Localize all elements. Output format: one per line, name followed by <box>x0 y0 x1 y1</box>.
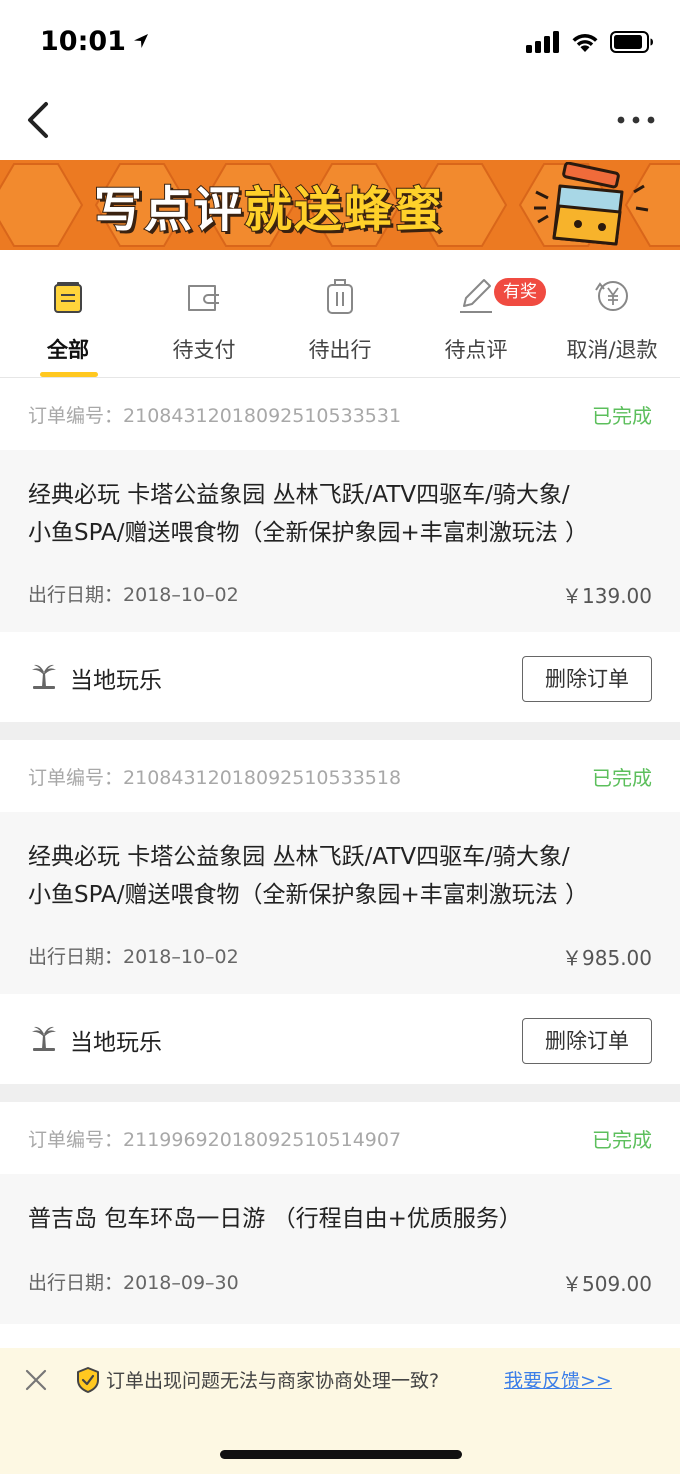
status-time-group: 10:01 <box>40 24 150 58</box>
order-title-line: 普吉岛 包车环岛一日游 （行程自由+优质服务） <box>28 1206 522 1232</box>
order-header: 订单编号：21199692018092510514907 已完成 <box>0 1102 680 1174</box>
status-time: 10:01 <box>40 25 126 57</box>
palm-tree-icon <box>32 664 56 689</box>
order-card[interactable]: 订单编号：21084312018092510533518 已完成 经典必玩 卡塔… <box>0 740 680 1102</box>
wallet-icon <box>188 285 219 311</box>
order-header: 订单编号：21084312018092510533518 已完成 <box>0 740 680 812</box>
banner-text-white: 写点评 <box>93 181 245 239</box>
tab-label: 待点评 <box>444 338 508 362</box>
order-header: 订单编号：21084312018092510533531 已完成 <box>0 378 680 450</box>
divider <box>0 722 680 740</box>
order-status: 已完成 <box>592 766 652 790</box>
banner-headline: 写点评 就送蜂蜜 <box>93 174 444 239</box>
close-icon[interactable] <box>24 1368 48 1392</box>
order-title-line: 经典必玩 卡塔公益象园 丛林飞跃/ATV四驱车/骑大象/ <box>28 844 570 870</box>
travel-date: 出行日期：2018–09–30 <box>28 1268 239 1295</box>
back-chevron-icon[interactable] <box>22 98 62 142</box>
more-dots-icon[interactable] <box>616 108 656 132</box>
order-list: 订单编号：21084312018092510533531 已完成 经典必玩 卡塔… <box>0 378 680 1414</box>
travel-date-value: 2018–09–30 <box>123 1272 239 1294</box>
order-number-value: 21199692018092510514907 <box>123 1129 402 1151</box>
order-number: 订单编号：21084312018092510533518 <box>28 763 401 790</box>
active-tab-indicator <box>40 372 98 377</box>
home-indicator <box>220 1450 462 1459</box>
refund-icon <box>595 281 628 311</box>
tab-pending-travel[interactable]: 待出行 <box>272 250 408 378</box>
travel-date: 出行日期：2018–10–02 <box>28 942 239 969</box>
order-body[interactable]: 普吉岛 包车环岛一日游 （行程自由+优质服务） 出行日期：2018–09–30 … <box>0 1174 680 1324</box>
tab-pending-payment[interactable]: 待支付 <box>136 250 272 378</box>
tab-label: 待支付 <box>172 338 236 362</box>
order-footer: 当地玩乐 删除订单 <box>0 994 680 1084</box>
feedback-message: 订单出现问题无法与商家协商处理一致? <box>106 1370 440 1392</box>
battery-icon <box>610 31 653 53</box>
palm-tree-icon <box>32 1026 56 1051</box>
category-label: 当地玩乐 <box>70 1030 162 1056</box>
order-title: 经典必玩 卡塔公益象园 丛林飞跃/ATV四驱车/骑大象/ 小鱼SPA/赠送喂食物… <box>28 838 658 914</box>
travel-date-label: 出行日期： <box>28 946 124 968</box>
delete-order-button[interactable]: 删除订单 <box>522 656 652 702</box>
order-price: ￥509.00 <box>562 1272 652 1296</box>
nav-bar <box>0 84 680 160</box>
tab-label: 待出行 <box>308 338 372 362</box>
status-bar: 10:01 <box>0 0 680 84</box>
category-label: 当地玩乐 <box>70 668 162 694</box>
wifi-icon <box>572 33 598 52</box>
order-body[interactable]: 经典必玩 卡塔公益象园 丛林飞跃/ATV四驱车/骑大象/ 小鱼SPA/赠送喂食物… <box>0 450 680 632</box>
location-arrow-icon <box>133 34 148 48</box>
order-number: 订单编号：21084312018092510533531 <box>28 401 401 428</box>
order-number-value: 21084312018092510533531 <box>123 405 402 427</box>
order-card[interactable]: 订单编号：21084312018092510533531 已完成 经典必玩 卡塔… <box>0 378 680 740</box>
order-number-label: 订单编号： <box>28 405 124 427</box>
banner-text-yellow: 就送蜂蜜 <box>243 181 445 239</box>
promo-banner[interactable]: 写点评 就送蜂蜜 <box>0 160 680 250</box>
order-title-line: 小鱼SPA/赠送喂食物（全新保护象园+丰富刺激玩法 ） <box>28 882 589 908</box>
order-price: ￥139.00 <box>562 584 652 608</box>
reward-badge: 有奖 <box>494 278 546 306</box>
order-body[interactable]: 经典必玩 卡塔公益象园 丛林飞跃/ATV四驱车/骑大象/ 小鱼SPA/赠送喂食物… <box>0 812 680 994</box>
travel-date-label: 出行日期： <box>28 584 124 606</box>
order-number-value: 21084312018092510533518 <box>123 767 402 789</box>
order-title: 普吉岛 包车环岛一日游 （行程自由+优质服务） <box>28 1200 658 1238</box>
order-title-line: 经典必玩 卡塔公益象园 丛林飞跃/ATV四驱车/骑大象/ <box>28 482 570 508</box>
order-number-label: 订单编号： <box>28 767 124 789</box>
tab-cancel-refund[interactable]: 取消/退款 <box>544 250 680 378</box>
order-status: 已完成 <box>592 1128 652 1152</box>
pen-icon <box>460 279 492 313</box>
order-number-label: 订单编号： <box>28 1129 124 1151</box>
order-status: 已完成 <box>592 404 652 428</box>
feedback-link[interactable]: 我要反馈>> <box>504 1366 612 1393</box>
order-price: ￥985.00 <box>562 946 652 970</box>
delete-order-button[interactable]: 删除订单 <box>522 1018 652 1064</box>
order-tabs: 全部 待支付 待出行 待点评 取消/退款 <box>0 250 680 378</box>
cellular-signal-icon <box>526 31 559 53</box>
travel-date-label: 出行日期： <box>28 1272 124 1294</box>
tab-all[interactable]: 全部 <box>0 250 136 378</box>
shield-check-icon <box>77 1367 99 1393</box>
travel-date-value: 2018–10–02 <box>123 946 239 968</box>
order-list-icon <box>54 282 82 313</box>
tab-pending-review[interactable]: 待点评 <box>408 250 544 378</box>
travel-date-value: 2018–10–02 <box>123 584 239 606</box>
order-title: 经典必玩 卡塔公益象园 丛林飞跃/ATV四驱车/骑大象/ 小鱼SPA/赠送喂食物… <box>28 476 658 552</box>
tab-label: 全部 <box>47 338 89 362</box>
status-indicators <box>526 28 654 56</box>
honey-jar-icon <box>534 162 649 246</box>
travel-date: 出行日期：2018–10–02 <box>28 580 239 607</box>
luggage-icon <box>327 279 353 314</box>
order-footer: 当地玩乐 删除订单 <box>0 632 680 722</box>
divider <box>0 1084 680 1102</box>
order-number: 订单编号：21199692018092510514907 <box>28 1125 401 1152</box>
tab-label: 取消/退款 <box>566 338 658 362</box>
order-title-line: 小鱼SPA/赠送喂食物（全新保护象园+丰富刺激玩法 ） <box>28 520 589 546</box>
